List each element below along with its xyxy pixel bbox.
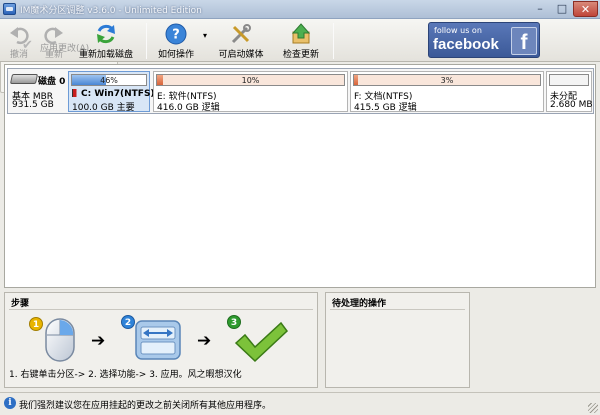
minimize-button[interactable]: – [529, 1, 551, 17]
facebook-f-icon: f [511, 27, 537, 55]
facebook-follow-button[interactable]: follow us on facebook f [428, 22, 540, 58]
partition-unallocated[interactable]: 未分配 2.680 MB [546, 71, 593, 112]
update-icon [291, 23, 311, 44]
steps-instructions: 1. 右键单击分区-> 2. 选择功能-> 3. 应用。风之暇想汉化 [9, 370, 242, 380]
close-button[interactable]: ✕ [573, 1, 598, 17]
partition-info: 2.680 MB [550, 100, 593, 110]
partition-info: 416.0 GB 逻辑 [157, 103, 220, 113]
disk-row[interactable]: 磁盘 0 基本 MBR 931.5 GB 46% C: Win7(NTFS) 1… [7, 68, 594, 114]
reload-icon [97, 24, 115, 44]
apply-changes-label: 应用更改(A) [40, 44, 90, 54]
partition-usage-bar: 46% [71, 74, 147, 86]
panel-divider [330, 309, 465, 310]
partition-f[interactable]: 3% F: 文档(NTFS) 415.5 GB 逻辑 [350, 71, 544, 113]
hard-disk-icon [9, 74, 39, 84]
title-bar: IM魔术分区调整 v3.6.0 - Unlimited Edition – □ … [0, 0, 600, 19]
partition-usage-bar: 10% [156, 74, 345, 86]
window-title: IM魔术分区调整 v3.6.0 - Unlimited Edition [20, 6, 202, 16]
partition-usage-bar [549, 74, 589, 86]
toolbar-separator [333, 23, 334, 59]
pending-operations-panel: 待处理的操作 [325, 292, 470, 388]
maximize-button[interactable]: □ [551, 1, 573, 17]
how-to-label: 如何操作 [157, 50, 194, 60]
how-to-dropdown[interactable]: ▾ [201, 21, 209, 61]
disk-map-pane: 磁盘 0 基本 MBR 931.5 GB 46% C: Win7(NTFS) 1… [4, 64, 596, 288]
app-icon [3, 3, 16, 15]
chevron-down-icon: ▾ [202, 31, 207, 40]
step-1-badge: 1 [29, 317, 43, 331]
mouse-icon [45, 318, 75, 362]
partition-usage-bar: 3% [353, 74, 541, 86]
disk-info[interactable]: 磁盘 0 基本 MBR 931.5 GB [8, 69, 68, 113]
partition-info: 100.0 GB 主要 [72, 103, 135, 113]
arrow-icon: ➔ [197, 331, 212, 351]
how-to-button[interactable]: ? 如何操作 [150, 21, 202, 61]
pending-operations-title: 待处理的操作 [332, 299, 387, 309]
status-message: 我们强烈建议您在应用挂起的更改之前关闭所有其他应用程序。 [19, 401, 272, 411]
check-update-button[interactable]: 检查更新 [272, 21, 330, 61]
arrow-icon: ➔ [91, 331, 106, 351]
status-bar: i 我们强烈建议您在应用挂起的更改之前关闭所有其他应用程序。 [0, 392, 600, 415]
partition-e[interactable]: 10% E: 软件(NTFS) 416.0 GB 逻辑 [153, 71, 348, 113]
partition-c[interactable]: 46% C: Win7(NTFS) 100.0 GB 主要 [68, 71, 155, 113]
partition-usage-percent: 46% [100, 76, 118, 85]
check-update-label: 检查更新 [282, 50, 319, 60]
panel-divider [9, 309, 313, 310]
info-icon: i [4, 397, 16, 409]
flag-icon [72, 89, 79, 97]
disk-name: 磁盘 0 [38, 77, 66, 87]
help-icon: ? [165, 23, 187, 45]
disk-size: 931.5 GB [12, 100, 54, 110]
bootable-media-label: 可启动媒体 [218, 50, 264, 60]
toolbar-separator [146, 23, 147, 59]
partition-name: C: Win7(NTFS) [72, 89, 155, 99]
steps-title: 步骤 [11, 299, 30, 309]
apply-check-icon [234, 321, 289, 363]
partition-function-icon [135, 320, 181, 360]
resize-grip-icon[interactable] [588, 403, 598, 413]
partition-usage-percent: 3% [440, 76, 454, 85]
bootable-media-button[interactable]: 可启动媒体 [212, 21, 270, 61]
partition-info: 415.5 GB 逻辑 [354, 103, 417, 113]
partition-usage-percent: 10% [241, 76, 260, 85]
svg-text:?: ? [172, 28, 180, 43]
check-icon: ✔ [22, 38, 33, 53]
facebook-follow-text: follow us on [434, 26, 482, 35]
tools-icon [231, 24, 251, 44]
facebook-logo-text: facebook [433, 36, 499, 53]
